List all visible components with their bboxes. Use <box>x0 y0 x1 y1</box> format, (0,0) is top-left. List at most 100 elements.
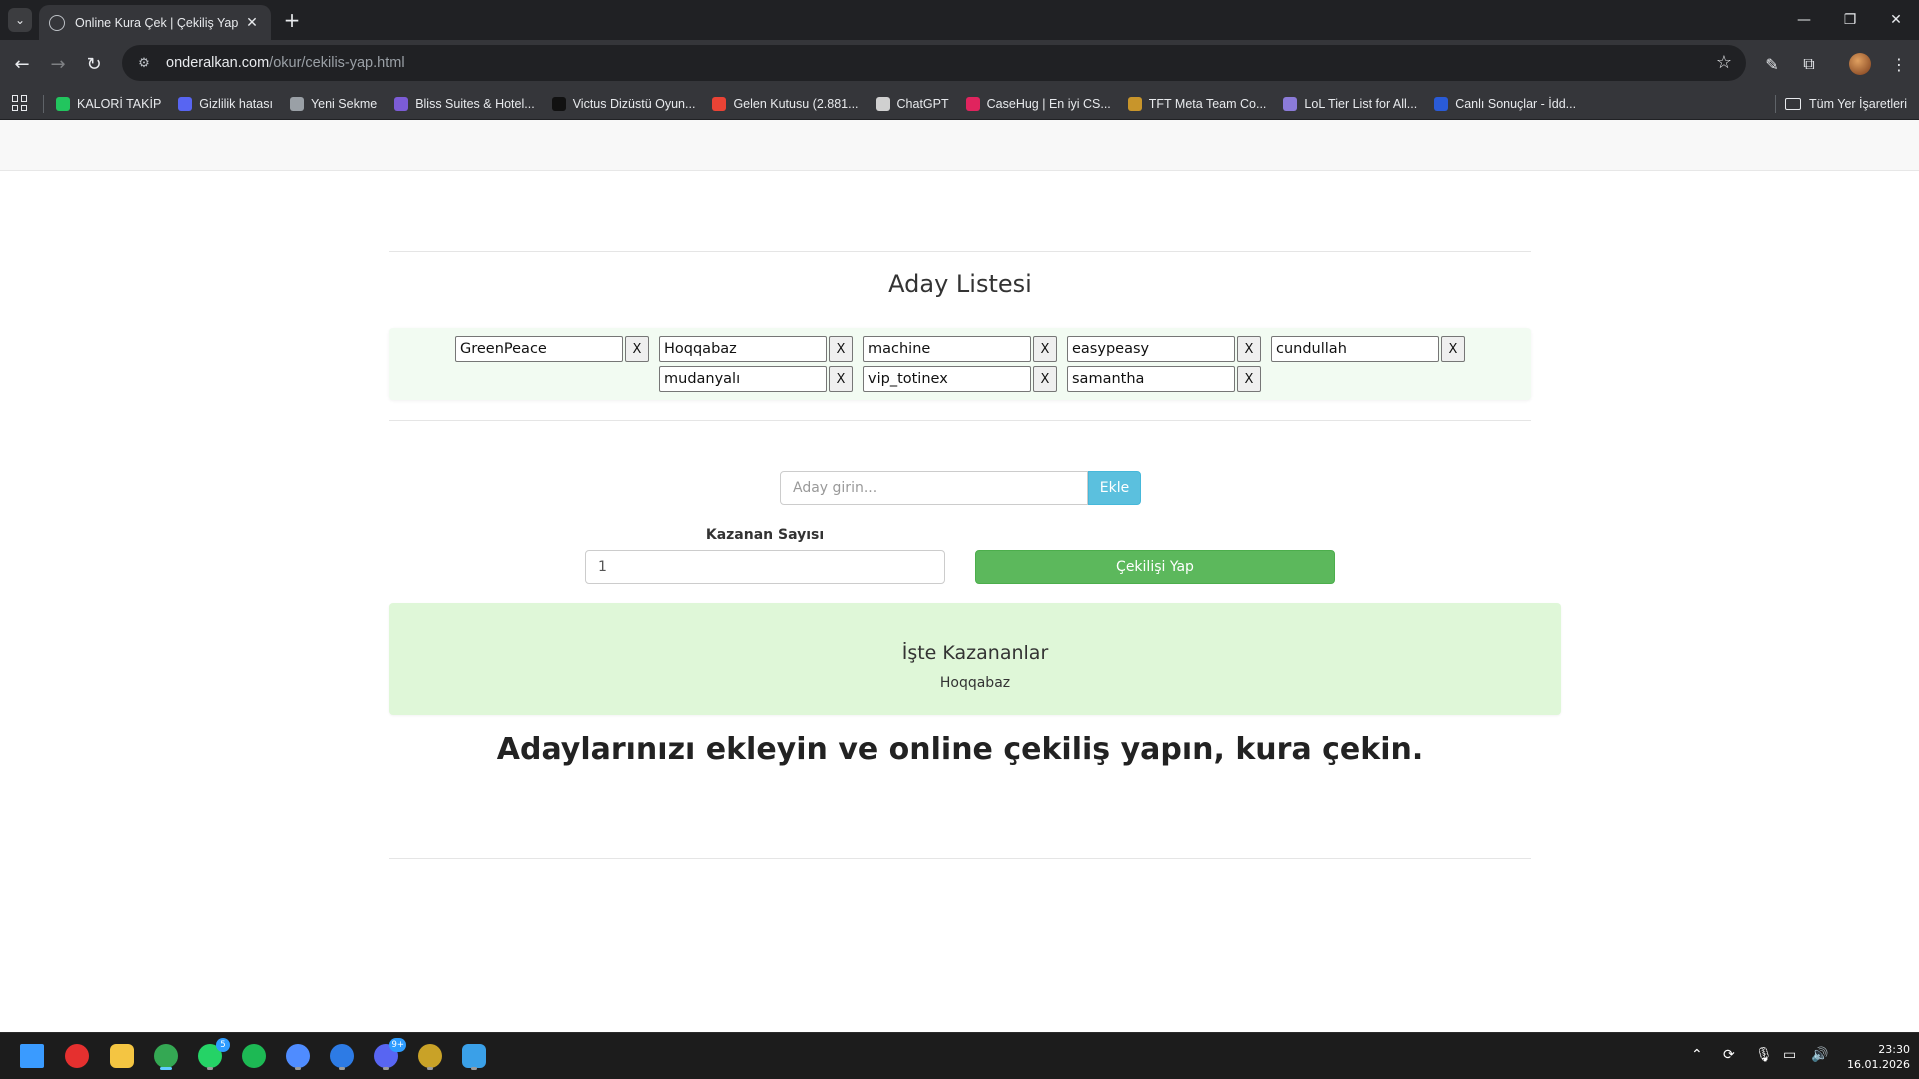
bookmark-item[interactable]: Victus Dizüstü Oyun... <box>551 96 696 111</box>
restore-icon[interactable]: ❐ <box>1827 0 1873 40</box>
candidate-name-field[interactable]: easypeasy <box>1067 336 1235 362</box>
g-app-icon[interactable] <box>415 1041 445 1071</box>
chrome-icon-glyph <box>154 1044 178 1068</box>
candidate-item: machine X <box>863 336 1057 362</box>
notification-badge: 5 <box>216 1038 230 1052</box>
remove-candidate-button[interactable]: X <box>1033 336 1057 362</box>
bookmark-item[interactable]: LoL Tier List for All... <box>1283 96 1418 111</box>
bookmark-item[interactable]: TFT Meta Team Co... <box>1127 96 1266 111</box>
remove-candidate-button[interactable]: X <box>829 336 853 362</box>
candidate-row: GreenPeace X Hoqqabaz Xmachine Xeasypeasy Xcu… <box>389 336 1531 362</box>
browser-toolbar: ← → ↻ ⚙ onderalkan.com/okur/cekilis-yap.… <box>0 40 1919 87</box>
winner-count-input[interactable]: 1 <box>585 550 945 584</box>
file-explorer-icon-glyph <box>110 1044 134 1068</box>
candidate-name-field[interactable]: GreenPeace <box>455 336 623 362</box>
active-tab[interactable]: Online Kura Çek | Çekiliş Yap ✕ <box>39 5 271 40</box>
divider <box>389 420 1531 421</box>
clock[interactable]: 23:30 16.01.2026 <box>1838 1042 1910 1072</box>
start-icon-glyph <box>20 1044 44 1068</box>
file-explorer-icon[interactable] <box>107 1041 137 1071</box>
extensions-icon[interactable]: ⧉ <box>1795 50 1823 78</box>
close-window-icon[interactable]: ✕ <box>1873 0 1919 40</box>
sync-icon[interactable]: ⟳ <box>1723 1047 1735 1063</box>
open-indicator <box>207 1067 213 1070</box>
new-tab-button[interactable]: + <box>280 8 304 32</box>
volume-icon[interactable]: 🔊 <box>1811 1047 1828 1063</box>
forward-icon[interactable]: → <box>44 50 72 78</box>
pen-icon[interactable]: ✎ <box>1758 50 1786 78</box>
start-icon[interactable] <box>17 1041 47 1071</box>
open-indicator <box>383 1067 389 1070</box>
bookmark-item[interactable]: ChatGPT <box>875 96 949 111</box>
add-candidate-button[interactable]: Ekle <box>1088 471 1141 505</box>
candidate-row: mudanyalı Xvip_totinex Xsamantha X <box>389 366 1531 392</box>
url-host: onderalkan.com <box>166 55 270 71</box>
remove-candidate-button[interactable]: X <box>1237 366 1261 392</box>
remove-candidate-button[interactable]: X <box>1441 336 1465 362</box>
address-bar[interactable]: ⚙ onderalkan.com/okur/cekilis-yap.html ☆ <box>122 45 1746 81</box>
clock-time: 23:30 <box>1878 1043 1910 1056</box>
reload-icon[interactable]: ↻ <box>80 50 108 78</box>
menu-icon[interactable]: ⋮ <box>1885 50 1913 78</box>
whatsapp-icon[interactable]: 5 <box>195 1038 230 1071</box>
open-indicator <box>471 1067 477 1070</box>
bookmark-label: LoL Tier List for All... <box>1304 96 1418 111</box>
casehug-icon <box>965 96 980 111</box>
site-info-icon[interactable]: ⚙ <box>134 56 154 71</box>
tab-search-button[interactable]: ⌄ <box>8 8 32 32</box>
bookmark-item[interactable]: Yeni Sekme <box>289 96 377 111</box>
bookmark-item[interactable]: KALORİ TAKİP <box>56 96 162 111</box>
bookmark-item[interactable]: Gizlilik hatası <box>178 96 273 111</box>
spotify-icon[interactable] <box>239 1041 269 1071</box>
remove-candidate-button[interactable]: X <box>1237 336 1261 362</box>
bookmark-item[interactable]: Canlı Sonuçlar - İdd... <box>1434 96 1577 111</box>
network-icon[interactable]: ▭ <box>1783 1047 1796 1063</box>
bookmark-label: KALORİ TAKİP <box>77 96 162 111</box>
tft-icon <box>1127 96 1142 111</box>
candidate-name-field[interactable]: Hoqqabaz <box>659 336 827 362</box>
bookmark-star-icon[interactable]: ☆ <box>1716 52 1732 73</box>
tray-chevron-icon[interactable]: ⌃ <box>1691 1047 1703 1063</box>
game-launcher-icon[interactable] <box>283 1041 313 1071</box>
remove-candidate-button[interactable]: X <box>1033 366 1057 392</box>
candidate-item: mudanyalı X <box>659 366 853 392</box>
chrome-icon[interactable] <box>151 1041 181 1071</box>
discord-icon <box>178 96 193 111</box>
bookmark-item[interactable]: Gelen Kutusu (2.881... <box>712 96 859 111</box>
bookmarks-divider <box>1775 95 1776 113</box>
active-indicator <box>160 1067 172 1070</box>
all-bookmarks-button[interactable]: Tüm Yer İşaretleri <box>1785 87 1907 120</box>
taskbar: 5 9+ ⌃ ⟳ 🎙 ▭ 🔊 23:30 16.01.2026 <box>0 1032 1919 1079</box>
candidate-name-field[interactable]: samantha <box>1067 366 1235 392</box>
candidate-input[interactable]: Aday girin... <box>780 471 1088 505</box>
back-icon[interactable]: ← <box>8 50 36 78</box>
candidate-item: cundullah X <box>1271 336 1465 362</box>
microphone-icon[interactable]: 🎙 <box>1755 1047 1773 1063</box>
app-red-icon[interactable] <box>62 1041 92 1071</box>
candidate-list: GreenPeace X Hoqqabaz Xmachine Xeasypeasy Xcu… <box>389 328 1531 400</box>
remove-candidate-button[interactable]: X <box>829 366 853 392</box>
candidate-name-field[interactable]: machine <box>863 336 1031 362</box>
bookmark-label: CaseHug | En iyi CS... <box>986 96 1111 111</box>
discord-icon[interactable]: 9+ <box>371 1038 406 1071</box>
candidate-name-field[interactable]: mudanyalı <box>659 366 827 392</box>
blue-app-icon[interactable] <box>327 1041 357 1071</box>
bookmark-label: ChatGPT <box>896 96 949 111</box>
bookmark-item[interactable]: Bliss Suites & Hotel... <box>394 96 535 111</box>
draw-button[interactable]: Çekilişi Yap <box>975 550 1335 584</box>
apps-icon[interactable] <box>12 95 28 111</box>
bookmark-label: Canlı Sonuçlar - İdd... <box>1455 96 1577 111</box>
divider <box>389 858 1531 859</box>
remove-candidate-button[interactable]: X <box>625 336 649 362</box>
photos-icon[interactable] <box>459 1041 489 1071</box>
green-plus-icon <box>56 96 70 111</box>
bookmark-label: Victus Dizüstü Oyun... <box>572 96 696 111</box>
clock-date: 16.01.2026 <box>1847 1058 1910 1071</box>
minimize-icon[interactable]: — <box>1781 0 1827 40</box>
candidate-name-field[interactable]: cundullah <box>1271 336 1439 362</box>
window-controls: — ❐ ✕ <box>1781 0 1919 40</box>
tab-close-icon[interactable]: ✕ <box>243 15 261 31</box>
bookmark-item[interactable]: CaseHug | En iyi CS... <box>965 96 1111 111</box>
candidate-name-field[interactable]: vip_totinex <box>863 366 1031 392</box>
profile-avatar[interactable] <box>1849 53 1871 75</box>
